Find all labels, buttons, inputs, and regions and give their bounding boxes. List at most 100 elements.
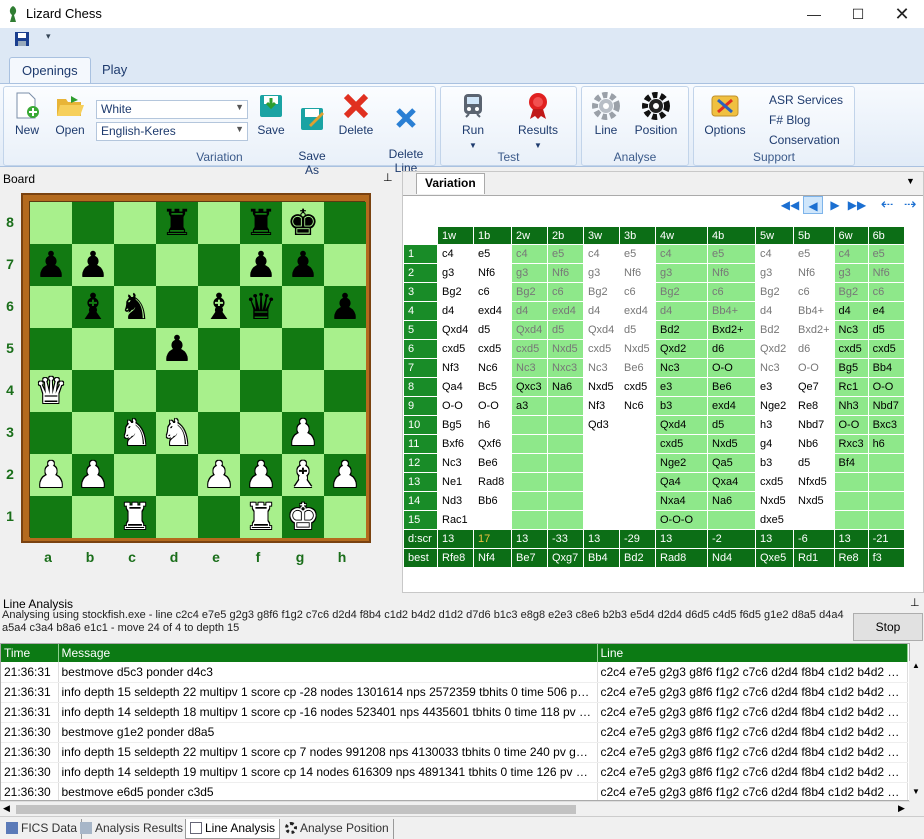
open-button[interactable]: Open <box>50 91 90 137</box>
move-cell[interactable]: Nc3 <box>583 358 620 378</box>
square-c5[interactable] <box>114 328 156 370</box>
black-queen-icon[interactable]: ♛ <box>245 289 277 325</box>
square-b4[interactable] <box>72 370 114 412</box>
square-d6[interactable] <box>156 286 198 328</box>
move-cell[interactable]: Na6 <box>547 377 584 397</box>
move-cell[interactable]: Nc3 <box>755 358 794 378</box>
move-cell[interactable]: Qxd4 <box>437 320 474 340</box>
square-a7[interactable]: ♟ <box>30 244 72 286</box>
move-cell[interactable]: Nc3 <box>437 453 474 473</box>
square-g8[interactable]: ♚ <box>282 202 324 244</box>
move-cell[interactable]: c6 <box>547 282 584 302</box>
move-cell[interactable]: Nxd5 <box>619 339 656 359</box>
move-cell[interactable]: Bg5 <box>437 415 474 435</box>
move-cell[interactable]: Nf3 <box>583 396 620 416</box>
move-cell[interactable]: O-O <box>867 377 905 397</box>
move-cell[interactable]: cxd5 <box>655 434 708 454</box>
tab-analyse-position[interactable]: Analyse Position <box>281 819 394 839</box>
move-cell[interactable] <box>583 491 620 511</box>
square-f6[interactable]: ♛ <box>240 286 282 328</box>
black-pawn-icon[interactable]: ♟ <box>287 247 319 283</box>
white-rook-icon[interactable]: ♜ <box>245 499 277 535</box>
move-cell[interactable]: c4 <box>511 244 548 264</box>
column-time[interactable]: Time <box>1 644 59 662</box>
back-arrow-icon[interactable]: ⇠ <box>877 196 897 214</box>
black-rook-icon[interactable]: ♜ <box>245 205 277 241</box>
minimize-button[interactable]: — <box>792 0 836 28</box>
analyse-position-button[interactable]: Position <box>630 91 682 137</box>
move-cell[interactable] <box>583 434 620 454</box>
black-pawn-icon[interactable]: ♟ <box>161 331 193 367</box>
square-f2[interactable]: ♟ <box>240 454 282 496</box>
move-cell[interactable] <box>793 510 835 530</box>
move-cell[interactable]: O-O <box>473 396 512 416</box>
square-b8[interactable] <box>72 202 114 244</box>
move-cell[interactable]: c6 <box>867 282 905 302</box>
column-header[interactable]: 4w <box>655 226 708 245</box>
move-cell[interactable]: Re8 <box>793 396 835 416</box>
square-a5[interactable] <box>30 328 72 370</box>
move-cell[interactable]: c4 <box>583 244 620 264</box>
move-cell[interactable]: Nf6 <box>619 263 656 283</box>
move-cell[interactable] <box>547 510 584 530</box>
move-cell[interactable]: Nge2 <box>755 396 794 416</box>
previous-move-icon[interactable]: ◀ <box>803 196 823 214</box>
move-cell[interactable] <box>867 453 905 473</box>
move-cell[interactable]: cxd5 <box>867 339 905 359</box>
move-cell[interactable]: Bd2 <box>755 320 794 340</box>
forward-arrow-icon[interactable]: ⇢ <box>900 196 920 214</box>
column-header[interactable]: 2w <box>511 226 548 245</box>
white-knight-icon[interactable]: ♞ <box>119 415 151 451</box>
black-bishop-icon[interactable]: ♝ <box>203 289 235 325</box>
white-pawn-icon[interactable]: ♟ <box>245 457 277 493</box>
move-cell[interactable]: Nc6 <box>619 396 656 416</box>
column-header[interactable]: 1w <box>437 226 474 245</box>
move-cell[interactable] <box>833 510 869 530</box>
square-f8[interactable]: ♜ <box>240 202 282 244</box>
move-cell[interactable]: c4 <box>437 244 474 264</box>
square-c3[interactable]: ♞ <box>114 412 156 454</box>
move-cell[interactable]: O-O <box>437 396 474 416</box>
square-a1[interactable] <box>30 496 72 538</box>
move-cell[interactable]: exd4 <box>473 301 512 321</box>
next-move-icon[interactable]: ▶ <box>825 196 845 214</box>
square-g7[interactable]: ♟ <box>282 244 324 286</box>
move-cell[interactable]: cxd5 <box>833 339 869 359</box>
move-cell[interactable]: e5 <box>793 244 835 264</box>
move-cell[interactable]: d5 <box>619 320 656 340</box>
move-cell[interactable]: Qa4 <box>655 472 708 492</box>
move-cell[interactable]: Bxf6 <box>437 434 474 454</box>
move-cell[interactable]: Nxd5 <box>755 491 794 511</box>
black-pawn-icon[interactable]: ♟ <box>77 247 109 283</box>
move-cell[interactable] <box>511 415 548 435</box>
move-cell[interactable]: Bg2 <box>833 282 869 302</box>
save-as-button[interactable]: Save As <box>292 91 332 177</box>
square-e7[interactable] <box>198 244 240 286</box>
conservation-button[interactable]: Conservation <box>769 133 840 147</box>
results-button[interactable]: Results ▼ <box>513 91 563 153</box>
move-cell[interactable]: Qxf6 <box>473 434 512 454</box>
move-cell[interactable]: d5 <box>793 453 835 473</box>
move-cell[interactable]: d5 <box>547 320 584 340</box>
scrollbar-thumb[interactable] <box>16 805 576 814</box>
square-b5[interactable] <box>72 328 114 370</box>
square-c4[interactable] <box>114 370 156 412</box>
tab-play[interactable]: Play <box>90 57 139 84</box>
square-h2[interactable]: ♟ <box>324 454 366 496</box>
square-d7[interactable] <box>156 244 198 286</box>
scroll-right-icon[interactable]: ▶ <box>898 803 905 814</box>
log-row[interactable]: 21:36:31 bestmove d5c3 ponder d4c3 c2c4 e7… <box>1 662 908 683</box>
move-cell[interactable]: d4 <box>511 301 548 321</box>
white-rook-icon[interactable]: ♜ <box>119 499 151 535</box>
move-cell[interactable]: Be6 <box>473 453 512 473</box>
square-b2[interactable]: ♟ <box>72 454 114 496</box>
move-cell[interactable]: Nbd7 <box>793 415 835 435</box>
square-e3[interactable] <box>198 412 240 454</box>
square-c6[interactable]: ♞ <box>114 286 156 328</box>
move-cell[interactable] <box>547 434 584 454</box>
move-cell[interactable]: cxd5 <box>511 339 548 359</box>
new-button[interactable]: New <box>8 91 46 137</box>
column-header[interactable]: 5b <box>793 226 835 245</box>
tab-openings[interactable]: Openings <box>9 57 91 84</box>
move-cell[interactable]: g3 <box>655 263 708 283</box>
